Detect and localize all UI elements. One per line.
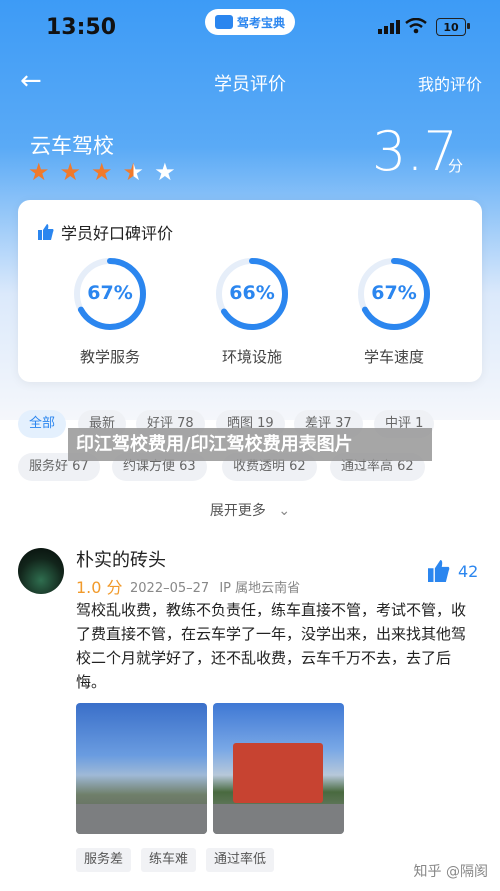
gauge-label: 环境设施	[221, 348, 282, 366]
gauge-label: 教学服务	[79, 348, 140, 366]
expand-more[interactable]: 展开更多 ⌄	[0, 500, 500, 520]
title-banner: 印江驾校费用/印江驾校费用表图片	[68, 428, 432, 461]
app-pill-label: 驾考宝典	[236, 15, 285, 30]
review-location: IP 属地云南省	[219, 581, 301, 596]
like-count: 42	[458, 561, 479, 581]
tag-all[interactable]: 全部	[18, 410, 67, 438]
review-meta: 2022–05–27 IP 属地云南省	[130, 577, 300, 596]
status-bar: 13:50 驾考宝典 10	[0, 0, 500, 56]
review-photo[interactable]	[213, 703, 344, 834]
score-unit: 分	[448, 157, 464, 175]
gauge-label: 学车速度	[363, 348, 424, 366]
card-title: 学员好口碑评价	[61, 224, 174, 243]
overall-score: 3.7	[372, 120, 458, 183]
gauge-value: 67%	[87, 282, 133, 304]
gauge-environment: 66% 环境设施	[210, 256, 294, 367]
wifi-icon	[405, 18, 427, 34]
nav-bar: ← 学员评价 我的评价	[0, 60, 500, 100]
battery-icon: 10	[436, 18, 470, 36]
review-date: 2022–05–27	[130, 581, 210, 596]
reputation-card: 学员好口碑评价 67% 教学服务 66% 环境设施 67% 学车速度	[18, 200, 482, 382]
status-time: 13:50	[46, 15, 117, 40]
review-photo[interactable]	[76, 703, 207, 834]
gauge-teaching: 67% 教学服务	[68, 256, 152, 367]
watermark: 知乎 @隔阂	[413, 864, 488, 880]
like-button[interactable]: 42	[428, 560, 478, 582]
avatar[interactable]	[18, 548, 64, 594]
review-author[interactable]: 朴实的砖头	[76, 546, 166, 572]
card-header: 学员好口碑评价	[38, 220, 173, 244]
chevron-down-icon: ⌄	[278, 503, 291, 519]
thumbs-up-icon	[428, 560, 450, 582]
signal-icon	[378, 20, 400, 34]
gauge-value: 67%	[371, 282, 417, 304]
my-reviews-link[interactable]: 我的评价	[418, 71, 482, 95]
school-name: 云车驾校	[30, 134, 114, 158]
app-logo-icon	[214, 15, 233, 29]
gauge-speed: 67% 学车速度	[352, 256, 436, 367]
review-rating: 1.0 分	[76, 578, 123, 597]
expand-label: 展开更多	[209, 503, 266, 519]
gauge-value: 66%	[229, 282, 275, 304]
review-tag: 练车难	[141, 848, 197, 872]
star-rating: ★ ★ ★ ★ ★	[28, 160, 176, 184]
star-icon: ★	[154, 158, 176, 186]
app-pill[interactable]: 驾考宝典	[205, 9, 295, 35]
review-tags: 服务差 练车难 通过率低	[76, 848, 275, 872]
half-star-icon: ★	[122, 158, 145, 186]
battery-level: 10	[443, 20, 459, 34]
review-tag: 通过率低	[206, 848, 275, 872]
thumbs-up-icon	[38, 224, 54, 240]
review-tag: 服务差	[76, 848, 132, 872]
review-content: 驾校乱收费，教练不负责任，练车直接不管，考试不管，收了费直接不管，在云车学了一年…	[76, 601, 467, 691]
star-icon: ★	[28, 158, 50, 186]
star-icon: ★	[59, 158, 82, 186]
star-icon: ★	[91, 158, 113, 186]
